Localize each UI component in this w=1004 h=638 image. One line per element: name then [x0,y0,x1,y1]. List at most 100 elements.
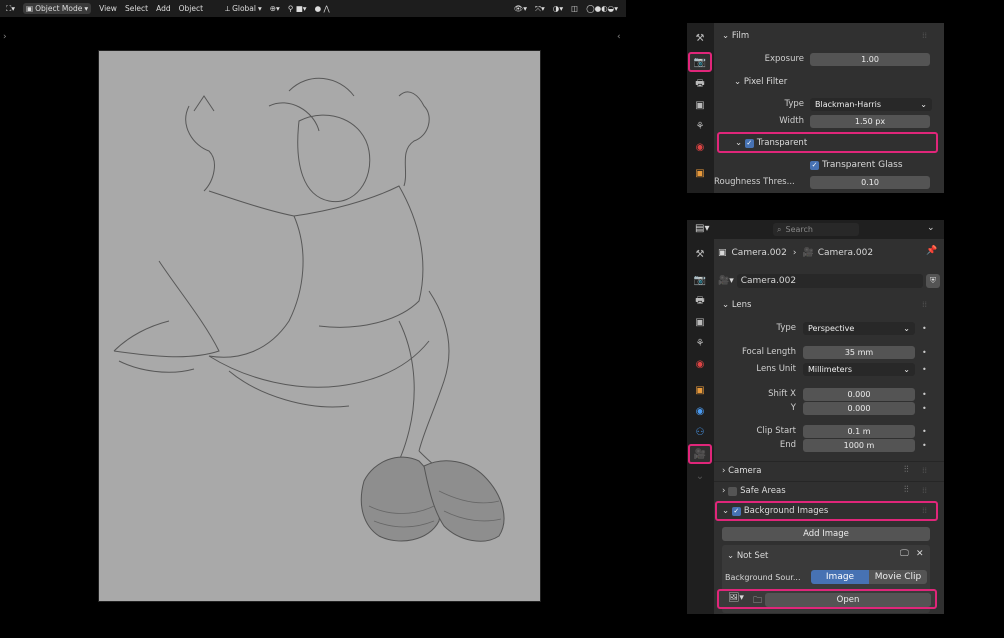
transparent-subpanel-header[interactable]: ⌄ ✓ Transparent [717,132,938,153]
divider [714,461,944,462]
background-images-header[interactable]: ⌄ ✓ Background Images ⁞⁞ [715,501,938,521]
drag-grip-icon[interactable]: ⁞⁞ [922,300,927,309]
background-images-checkbox[interactable]: ✓ [731,506,741,516]
fake-user-shield-icon[interactable]: ⛨ [926,273,940,288]
scene-tab-icon[interactable]: ⚘ [690,117,710,135]
not-set-header[interactable]: ⌄ Not Set [727,549,768,563]
editor-type-icon[interactable]: ▤▾ [695,223,709,234]
camera-section-header[interactable]: › Camera [722,464,761,478]
xray-icon[interactable]: ◫ [571,4,578,13]
film-section-header[interactable]: ⌄ Film [722,29,749,43]
search-input[interactable]: ⌕ Search [773,223,859,236]
keyframe-dot[interactable]: • [922,324,927,333]
view-layer-tab-icon[interactable]: ▣ [690,313,710,331]
transparent-checkbox[interactable]: ✓ [744,138,754,148]
source-movie-clip-toggle[interactable]: Movie Clip [869,570,927,584]
keyframe-dot[interactable]: • [922,390,927,399]
drag-grip-icon[interactable]: ⁞⁞ [922,486,927,495]
camera-data-icon[interactable]: 🎥▾ [718,276,734,286]
output-tab-icon[interactable]: 🖶 [690,292,710,310]
safe-areas-checkbox[interactable] [728,486,738,496]
camera-view-sketch [98,50,541,602]
keyframe-dot[interactable]: • [922,404,927,413]
menu-object[interactable]: Object [179,4,203,13]
add-image-button[interactable]: Add Image [722,527,930,541]
tool-tab-icon[interactable]: ⚒ [690,29,710,47]
pin-icon[interactable]: 📌 [926,246,937,256]
source-image-toggle[interactable]: Image [811,570,869,584]
transparent-glass-option[interactable]: ✓ Transparent Glass [810,158,903,172]
shift-x-field[interactable]: 0.000 [803,387,915,401]
editor-type-icon[interactable]: ⛶▾ [6,4,15,14]
object-tab-icon[interactable]: ▣ [690,381,710,399]
clip-start-field[interactable]: 0.1 m [803,424,915,438]
proportional-icon[interactable]: ● ⋀ [315,4,330,13]
open-button[interactable]: Open [765,593,931,607]
physics-tab-icon[interactable]: ◉ [690,402,710,420]
output-tab-icon[interactable]: 🖶 [690,75,710,93]
keyframe-dot[interactable]: • [922,427,927,436]
toolbar-expand-icon[interactable]: › [3,32,7,42]
orientation-icon: ⟂ [225,3,231,13]
datablock-name-field[interactable]: Camera.002 [736,273,923,288]
drag-grip-icon[interactable]: ⁞⁞ [922,466,927,475]
chevron-down-icon: ⌄ [903,364,910,374]
menu-select[interactable]: Select [125,4,148,13]
keyframe-dot[interactable]: • [922,348,927,357]
presets-icon[interactable]: ⫶⫶ [904,465,909,475]
drag-grip-icon[interactable]: ⁞⁞ [922,506,927,515]
clip-start-label: Clip Start [756,426,796,436]
camera-data-tab-icon[interactable]: 🎥 [688,444,712,464]
pivot-icon[interactable]: ⊕▾ [270,4,280,13]
snap-icon[interactable]: ⚲ ■▾ [288,4,307,13]
transform-orientation-dropdown[interactable]: ⟂ Global ▾ [225,4,262,14]
render-tab-icon[interactable]: 📷 [690,271,710,289]
presets-icon[interactable]: ⫶⫶ [904,485,909,495]
exposure-field[interactable]: 1.00 [810,52,930,66]
camera-data-icon: 🎥 [802,248,814,258]
safe-areas-section-header[interactable]: › Safe Areas [722,484,786,498]
keyframe-dot[interactable]: • [922,365,927,374]
filter-width-field[interactable]: 1.50 px [810,114,930,128]
image-browse-icon[interactable]: 🖼▾ [728,593,744,603]
divider [714,481,944,482]
collapse-tabs-icon[interactable]: ⌄ [690,467,710,485]
visibility-icon[interactable]: 👁▾ [514,4,527,13]
menu-view[interactable]: View [99,4,117,13]
chevron-down-icon: ⌄ [722,506,732,516]
render-tab-icon[interactable]: 📷 [688,52,712,72]
folder-icon[interactable]: 🗀 [753,593,762,609]
constraints-tab-icon[interactable]: ⚇ [690,423,710,441]
shift-y-field[interactable]: 0.000 [803,401,915,415]
transparent-glass-checkbox[interactable]: ✓ [810,160,819,170]
filter-type-dropdown[interactable]: Blackman-Harris ⌄ [810,97,932,111]
lens-section-header[interactable]: ⌄ Lens [722,298,751,312]
overlay-icon[interactable]: ◑▾ [553,4,563,13]
menu-add[interactable]: Add [156,4,171,13]
scene-tab-icon[interactable]: ⚘ [690,334,710,352]
sidebar-expand-icon[interactable]: ‹ [617,32,621,42]
camera-properties-panel: ▣ Camera.002 › 🎥 Camera.002 📌 🎥▾ Camera.… [714,239,944,614]
pixel-filter-header[interactable]: ⌄ Pixel Filter [734,75,787,89]
world-tab-icon[interactable]: ◉ [690,138,710,156]
shading-modes[interactable]: ◯●◐◒▾ [586,4,618,13]
tool-tab-icon[interactable]: ⚒ [690,245,710,263]
drag-grip-icon[interactable]: ⁞⁞ [922,31,927,40]
datablock-selector[interactable]: 🎥▾ Camera.002 ⛨ [718,273,940,288]
gizmo-icon[interactable]: ⤧▾ [535,4,545,14]
options-chevron-icon[interactable]: ⌄ [927,223,935,233]
close-icon[interactable]: ✕ [916,549,924,559]
shift-y-label: Y [790,403,796,413]
keyframe-dot[interactable]: • [922,441,927,450]
object-tab-icon[interactable]: ▣ [690,164,710,182]
lens-unit-dropdown[interactable]: Millimeters ⌄ [803,362,915,376]
view-layer-tab-icon[interactable]: ▣ [690,96,710,114]
clip-end-field[interactable]: 1000 m [803,438,915,452]
show-background-icon[interactable]: 🖵 [900,549,909,559]
lens-type-dropdown[interactable]: Perspective ⌄ [803,321,915,335]
roughness-threshold-field[interactable]: 0.10 [810,175,930,189]
mode-dropdown[interactable]: ▣ Object Mode ▾ [23,3,92,14]
object-mode-icon: ▣ [26,4,34,13]
focal-length-field[interactable]: 35 mm [803,345,915,359]
world-tab-icon[interactable]: ◉ [690,355,710,373]
